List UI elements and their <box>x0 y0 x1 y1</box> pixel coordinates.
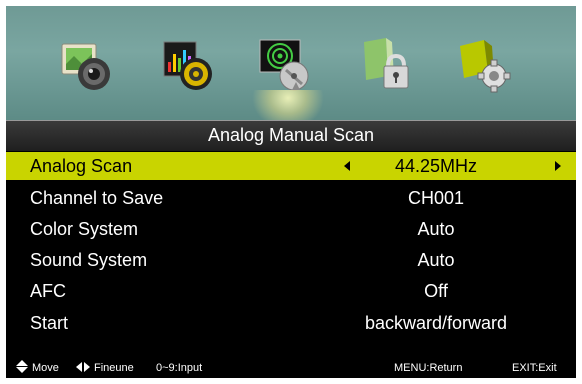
setup-icon[interactable] <box>454 36 514 96</box>
hint-fineune: Fineune <box>94 362 134 374</box>
hint-return: MENU:Return <box>394 362 463 374</box>
arrow-right-icon[interactable] <box>555 161 561 171</box>
menu-item-label: Channel to Save <box>30 188 164 208</box>
menu-item-value: Auto <box>417 250 455 270</box>
menu-item-color-system[interactable]: Color System Auto <box>6 215 576 243</box>
menu-item-afc[interactable]: AFC Off <box>6 277 576 305</box>
menu-item-label: Analog Scan <box>30 156 133 176</box>
menu-item-label: Color System <box>30 219 139 239</box>
up-arrow-icon <box>16 360 28 366</box>
menu-item-sound-system[interactable]: Sound System Auto <box>6 246 576 274</box>
menu-item-channel-to-save[interactable]: Channel to Save CH001 <box>6 184 576 212</box>
menu-item-value: Off <box>424 281 448 301</box>
menu-item-value: backward/forward <box>364 313 508 333</box>
hint-move: Move <box>32 362 59 374</box>
menu-list: Analog Scan 44.25MHz Channel to Save CH0… <box>6 152 576 342</box>
down-arrow-icon <box>16 367 28 373</box>
menu-item-value: 44.25MHz <box>394 156 478 176</box>
menu-item-start[interactable]: Start backward/forward <box>6 309 576 337</box>
picture-icon[interactable] <box>56 36 116 96</box>
left-arrow-icon <box>76 362 82 372</box>
menu-item-label: AFC <box>30 281 66 301</box>
menu-item-value: Auto <box>417 219 455 239</box>
menu-item-analog-scan[interactable]: Analog Scan 44.25MHz <box>6 152 576 180</box>
osd-menu: Analog Manual Scan Analog Scan 44.25MHz … <box>6 6 576 378</box>
footer-hints: Move Fineune 0~9:Input MENU:Return EXIT:… <box>6 356 576 378</box>
menu-icon-bar <box>6 6 576 130</box>
hint-input: 0~9:Input <box>156 362 203 374</box>
menu-item-label: Sound System <box>30 250 148 270</box>
menu-item-label: Start <box>30 313 69 333</box>
page-title: Analog Manual Scan <box>207 125 375 145</box>
menu-item-value: CH001 <box>407 188 465 208</box>
right-arrow-icon <box>84 362 90 372</box>
hint-exit: EXIT:Exit <box>512 362 557 374</box>
lock-icon[interactable] <box>356 36 416 96</box>
title-bar: Analog Manual Scan <box>6 120 576 151</box>
sound-icon[interactable] <box>158 36 218 96</box>
channel-icon[interactable] <box>256 36 316 96</box>
